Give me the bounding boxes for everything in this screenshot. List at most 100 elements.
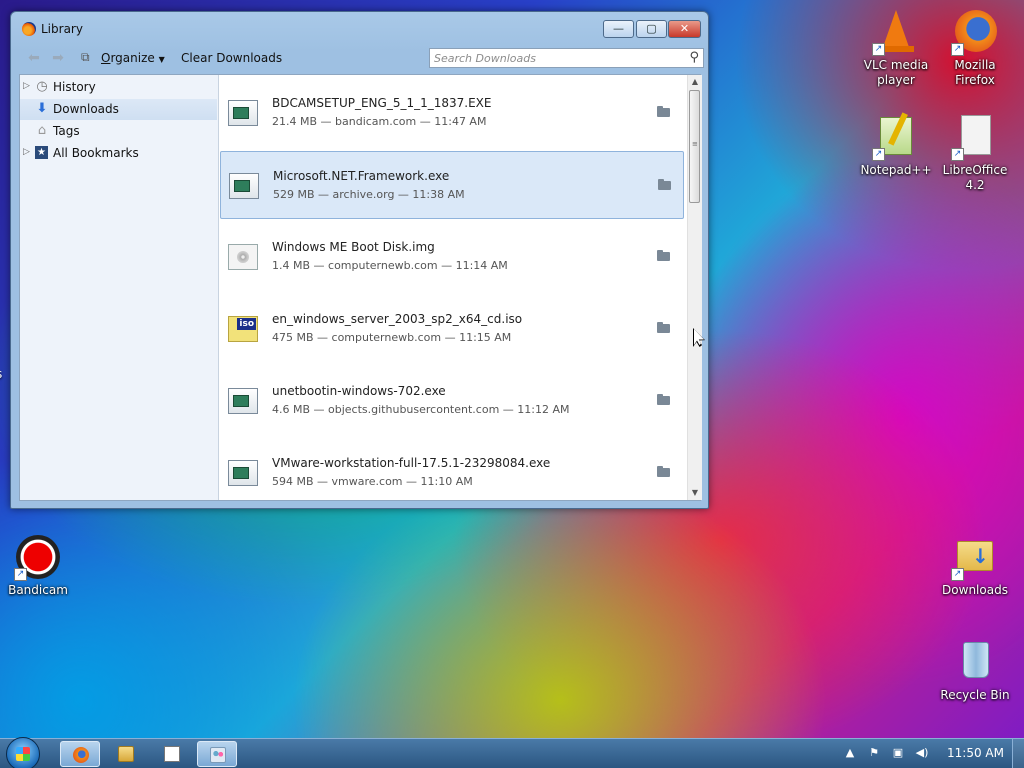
disk-image-icon: [228, 244, 258, 270]
sidebar-item-label: Downloads: [53, 102, 119, 116]
shortcut-arrow-icon: ↗: [872, 43, 885, 56]
taskbar-clock[interactable]: 11:50 AM: [947, 746, 1004, 760]
show-desktop-button[interactable]: [1012, 739, 1024, 768]
download-item[interactable]: Microsoft.NET.Framework.exe 529 MB — arc…: [220, 151, 684, 219]
close-button[interactable]: ✕: [668, 20, 701, 38]
show-hidden-icon[interactable]: ▲: [842, 745, 858, 761]
show-in-folder-icon[interactable]: [657, 250, 670, 261]
show-in-folder-icon[interactable]: [657, 106, 670, 117]
library-content: ▷ ◷ History ⬇ Downloads ⌂ Tags ▷ ★ All B…: [19, 74, 702, 501]
search-icon[interactable]: ⚲: [689, 50, 699, 65]
download-arrow-icon: ⬇: [36, 101, 48, 116]
organize-button[interactable]: Organize ▼: [101, 51, 165, 65]
scroll-down-icon[interactable]: ▼: [688, 486, 702, 500]
back-arrow-icon[interactable]: ⬅: [25, 49, 43, 67]
shortcut-arrow-icon: ↗: [951, 43, 964, 56]
bookmark-star-icon: ★: [35, 146, 48, 159]
search-box[interactable]: ⚲: [429, 48, 704, 68]
network-icon[interactable]: ▣: [890, 745, 906, 761]
notepadpp-icon: ↗: [872, 113, 920, 161]
forward-arrow-icon[interactable]: ➡: [49, 49, 67, 67]
show-in-folder-icon[interactable]: [658, 179, 671, 190]
firefox-icon: [73, 747, 89, 763]
organize-icon: ⧉: [81, 50, 90, 64]
download-name: en_windows_server_2003_sp2_x64_cd.iso: [272, 312, 523, 326]
downloads-folder-icon: ↗: [951, 533, 999, 581]
desktop-icon-bandicam[interactable]: ↗ Bandicam: [0, 533, 78, 598]
show-in-folder-icon[interactable]: [657, 322, 670, 333]
users-icon: [210, 747, 226, 763]
sidebar-item-label: All Bookmarks: [53, 146, 139, 160]
expand-twisty-icon[interactable]: ▷: [23, 81, 30, 91]
desktop-icon-label: Recycle Bin: [940, 688, 1010, 702]
sidebar-item-all-bookmarks[interactable]: ▷ ★ All Bookmarks: [20, 143, 217, 164]
windows-logo-icon: [16, 747, 30, 761]
volume-icon[interactable]: ◀): [914, 745, 930, 761]
maximize-button[interactable]: ▢: [636, 20, 667, 38]
window-title: Library: [41, 22, 83, 36]
desktop-icon-label: Mozilla Firefox: [954, 58, 996, 87]
tag-icon: ⌂: [37, 123, 47, 138]
scrollbar-thumb[interactable]: ≡: [689, 90, 700, 203]
taskbar-notepad-button[interactable]: [152, 741, 192, 767]
minimize-button[interactable]: —: [603, 20, 634, 38]
firefox-icon: [22, 22, 36, 36]
desktop-icon-label: Downloads: [942, 583, 1008, 597]
download-meta: 1.4 MB — computernewb.com — 11:14 AM: [272, 259, 508, 272]
organize-label: rganize: [110, 51, 155, 65]
download-name: Microsoft.NET.Framework.exe: [273, 169, 450, 183]
sidebar-item-history[interactable]: ▷ ◷ History: [20, 77, 217, 98]
show-in-folder-icon[interactable]: [657, 466, 670, 477]
shortcut-arrow-icon: ↗: [872, 148, 885, 161]
desktop-icon-libreoffice[interactable]: ↗ LibreOffice 4.2: [935, 113, 1015, 193]
library-window: Library — ▢ ✕ ⬅ ➡ ⧉ Organize ▼ Clear Dow…: [10, 11, 709, 509]
desktop-icon-notepadpp[interactable]: ↗ Notepad++: [856, 113, 936, 178]
download-item[interactable]: BDCAMSETUP_ENG_5_1_1_1837.EXE 21.4 MB — …: [220, 79, 684, 147]
download-item[interactable]: unetbootin-windows-702.exe 4.6 MB — obje…: [220, 367, 684, 435]
recycle-bin-icon: [951, 638, 999, 686]
clear-downloads-button[interactable]: Clear Downloads: [181, 51, 282, 65]
vertical-scrollbar[interactable]: ▲ ≡ ▼: [687, 75, 702, 500]
sidebar-item-label: Tags: [53, 124, 80, 138]
download-item[interactable]: Windows ME Boot Disk.img 1.4 MB — comput…: [220, 223, 684, 291]
taskbar-firefox-button[interactable]: [60, 741, 100, 767]
desktop-icon-label: LibreOffice 4.2: [942, 163, 1008, 192]
download-name: Windows ME Boot Disk.img: [272, 240, 435, 254]
clock-icon: ◷: [36, 79, 48, 94]
scroll-up-icon[interactable]: ▲: [688, 75, 702, 89]
library-sidebar: ▷ ◷ History ⬇ Downloads ⌂ Tags ▷ ★ All B…: [20, 75, 219, 500]
sidebar-item-label: History: [53, 80, 96, 94]
firefox-icon: ↗: [951, 8, 999, 56]
download-name: VMware-workstation-full-17.5.1-23298084.…: [272, 456, 551, 470]
download-item[interactable]: iso en_windows_server_2003_sp2_x64_cd.is…: [220, 295, 684, 363]
desktop-icon-vlc[interactable]: ↗ VLC media player: [856, 8, 936, 88]
bandicam-icon: ↗: [14, 533, 62, 581]
grip-icon: ≡: [692, 140, 698, 148]
sidebar-item-tags[interactable]: ⌂ Tags: [20, 121, 217, 142]
notepad-icon: [164, 746, 180, 762]
iso-label: iso: [237, 318, 256, 330]
show-in-folder-icon[interactable]: [657, 394, 670, 405]
exe-icon: [229, 173, 259, 199]
download-name: BDCAMSETUP_ENG_5_1_1_1837.EXE: [272, 96, 492, 110]
download-item[interactable]: VMware-workstation-full-17.5.1-23298084.…: [220, 439, 684, 500]
expand-twisty-icon[interactable]: ▷: [23, 147, 30, 157]
search-input[interactable]: [434, 50, 679, 66]
window-titlebar[interactable]: Library — ▢ ✕: [11, 12, 708, 44]
desktop-icon-label: VLC media player: [863, 58, 929, 87]
taskbar-explorer-button[interactable]: [106, 741, 146, 767]
explorer-icon: [118, 746, 134, 762]
desktop-icon-recycle-bin[interactable]: Recycle Bin: [935, 638, 1015, 703]
shortcut-arrow-icon: ↗: [951, 568, 964, 581]
flag-icon[interactable]: ⚑: [866, 745, 882, 761]
desktop-icon-firefox[interactable]: ↗ Mozilla Firefox: [935, 8, 1015, 88]
start-button[interactable]: [6, 737, 40, 768]
sidebar-item-downloads[interactable]: ⬇ Downloads: [20, 99, 217, 120]
desktop-icon-downloads[interactable]: ↗ Downloads: [935, 533, 1015, 598]
shortcut-arrow-icon: ↗: [14, 568, 27, 581]
shortcut-arrow-icon: ↗: [951, 148, 964, 161]
taskbar-users-button[interactable]: [197, 741, 237, 767]
exe-icon: [228, 460, 258, 486]
download-meta: 529 MB — archive.org — 11:38 AM: [273, 188, 465, 201]
iso-icon: iso: [228, 316, 258, 342]
